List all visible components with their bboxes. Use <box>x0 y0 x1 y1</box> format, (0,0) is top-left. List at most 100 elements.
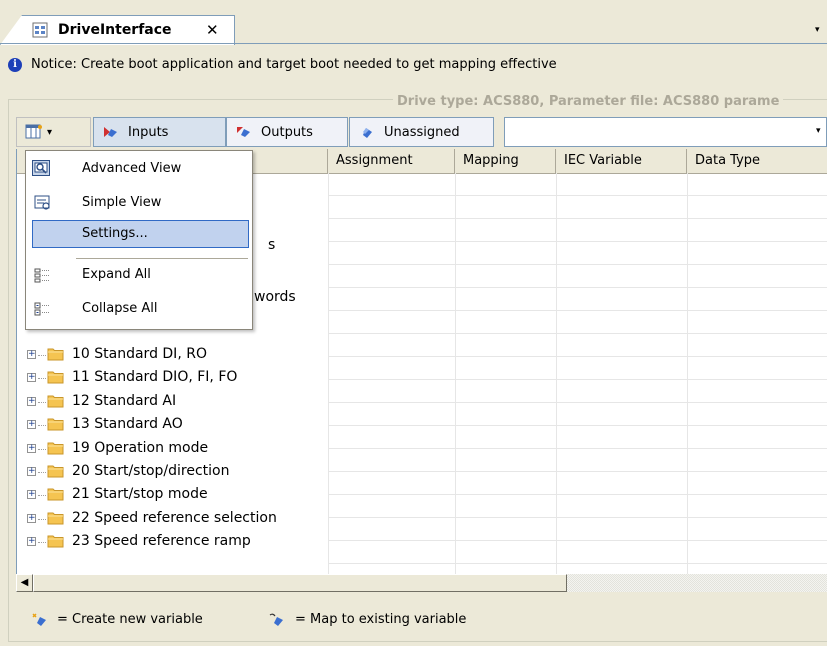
unassigned-icon <box>363 128 372 138</box>
horizontal-scrollbar[interactable]: ◀ <box>16 574 827 592</box>
folder-icon <box>47 442 64 455</box>
grid-line <box>328 540 827 541</box>
chevron-down-icon[interactable]: ▾ <box>816 126 821 136</box>
grid-divider <box>328 173 329 574</box>
tree-row[interactable]: +23 Speed reference ramp <box>17 531 317 554</box>
row-fragment: s <box>268 237 276 253</box>
tree-row-label: 20 Start/stop/direction <box>72 463 230 479</box>
tab-inputs[interactable]: Inputs <box>93 117 226 147</box>
scroll-left-button[interactable]: ◀ <box>16 574 33 592</box>
grid-line <box>328 333 827 334</box>
tree-row[interactable]: +10 Standard DI, RO <box>17 344 317 367</box>
tree-row[interactable]: +21 Start/stop mode <box>17 484 317 507</box>
view-dropdown-menu: Advanced View Simple View Settings... Ex… <box>25 150 253 330</box>
tree-row-label: 13 Standard AO <box>72 416 183 433</box>
menu-item-simple-view[interactable]: Simple View <box>26 189 252 217</box>
tree-row-label: 12 Standard AI <box>72 392 177 409</box>
drive-type-info: Drive type: ACS880, Parameter file: ACS8… <box>393 94 784 109</box>
view-menu-arrow: ▾ <box>47 126 53 138</box>
folder-icon <box>47 348 64 361</box>
folder-icon <box>47 418 64 431</box>
tab-outputs-label: Outputs <box>261 124 313 140</box>
folder-icon <box>47 371 64 384</box>
filter-input[interactable] <box>504 117 827 147</box>
tab-outputs[interactable]: Outputs <box>226 117 348 147</box>
outputs-icon <box>237 127 250 137</box>
tree-row[interactable]: +11 Standard DIO, FI, FO <box>17 367 317 390</box>
tab-unassigned[interactable]: Unassigned <box>349 117 494 147</box>
grid-line <box>328 517 827 518</box>
legend-map-variable: = Map to existing variable <box>295 612 467 627</box>
folder-icon <box>47 488 64 501</box>
menu-item-collapse-all[interactable]: Collapse All <box>26 295 252 323</box>
tab-dropdown-icon[interactable]: ▾ <box>815 25 820 35</box>
tree-row[interactable]: +19 Operation mode <box>17 438 317 461</box>
expand-icon[interactable]: + <box>27 490 36 500</box>
expand-icon[interactable]: + <box>27 443 36 453</box>
document-tab-icon <box>32 22 48 38</box>
grid-line <box>328 425 827 426</box>
tree-row-label: 11 Standard DIO, FI, FO <box>72 369 238 386</box>
column-header-data-type[interactable]: Data Type <box>687 149 827 173</box>
expand-all-icon <box>34 268 50 283</box>
grid-line <box>328 356 827 357</box>
expand-icon[interactable]: + <box>27 513 36 523</box>
folder-icon <box>47 395 64 408</box>
grid-line <box>328 402 827 403</box>
grid-line <box>328 494 827 495</box>
expand-icon[interactable]: + <box>27 537 36 547</box>
grid-divider <box>556 173 557 574</box>
tab-inputs-label: Inputs <box>128 124 169 140</box>
advanced-view-icon <box>32 160 50 176</box>
menu-separator <box>76 258 248 259</box>
column-header-iec-variable[interactable]: IEC Variable <box>556 149 687 173</box>
grid-divider <box>687 173 688 574</box>
info-icon: i <box>8 58 22 72</box>
tree-row-label: 23 Speed reference ramp <box>72 533 251 550</box>
create-variable-icon <box>32 613 46 626</box>
tree-row-label: 22 Speed reference selection <box>72 509 277 526</box>
close-tab-icon[interactable]: ✕ <box>206 21 219 39</box>
simple-view-icon <box>34 195 50 210</box>
expand-icon[interactable]: + <box>27 350 36 359</box>
toolbar: ▾ Inputs Outputs Unassigned ▾ <box>16 117 827 149</box>
grid-line <box>328 195 827 196</box>
grid-line <box>328 241 827 242</box>
expand-icon[interactable]: + <box>27 373 36 383</box>
column-header-assignment[interactable]: Assignment <box>328 149 455 173</box>
view-menu-button[interactable]: ▾ <box>16 117 91 147</box>
tree-row[interactable]: +12 Standard AI <box>17 391 317 414</box>
tree-row-label: 10 Standard DI, RO <box>72 346 207 362</box>
menu-item-settings[interactable]: Settings... <box>32 220 249 248</box>
grid-line <box>328 471 827 472</box>
grid-line <box>328 287 827 288</box>
column-header-mapping[interactable]: Mapping <box>455 149 556 173</box>
grid-divider <box>455 173 456 574</box>
grid-line <box>328 563 827 564</box>
grid-line <box>328 310 827 311</box>
expand-icon[interactable]: + <box>27 467 36 476</box>
folder-icon <box>47 465 64 478</box>
grid-line <box>328 379 827 380</box>
tree-row-label: 21 Start/stop mode <box>72 486 208 503</box>
inputs-icon <box>104 127 117 137</box>
tree-row[interactable]: +13 Standard AO <box>17 414 317 437</box>
notice-text: Notice: Create boot application and targ… <box>31 57 557 72</box>
map-variable-icon <box>269 613 283 626</box>
grid-line <box>328 264 827 265</box>
column-view-icon <box>25 124 42 139</box>
expand-icon[interactable]: + <box>27 420 36 430</box>
menu-item-expand-all[interactable]: Expand All <box>26 261 252 289</box>
tree-row[interactable]: +20 Start/stop/direction <box>17 461 317 484</box>
tab-unassigned-label: Unassigned <box>384 124 460 140</box>
grid-line <box>328 218 827 219</box>
collapse-all-icon <box>34 302 50 316</box>
tab-title[interactable]: DriveInterface <box>58 22 172 38</box>
tree-row[interactable]: +22 Speed reference selection <box>17 508 317 531</box>
scroll-thumb[interactable] <box>33 574 567 592</box>
folder-icon <box>47 512 64 525</box>
tree-row-label: 19 Operation mode <box>72 439 209 456</box>
row-fragment: words <box>254 289 296 305</box>
expand-icon[interactable]: + <box>27 396 36 406</box>
menu-item-advanced-view[interactable]: Advanced View <box>26 155 252 183</box>
